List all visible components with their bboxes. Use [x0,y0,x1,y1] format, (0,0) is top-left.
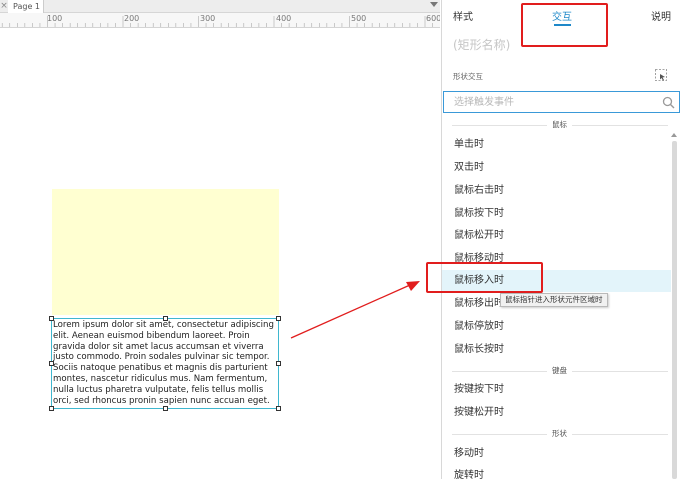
search-input[interactable] [444,92,654,112]
annotation-highlight-box [521,3,608,47]
ruler-label: 500 [351,14,367,23]
event-tooltip: 鼠标指针进入形状元件区域时 [500,293,608,307]
ruler-ticks [1,16,433,27]
text-widget-selected[interactable]: Lorem ipsum dolor sit amet, consectetur … [49,316,281,411]
dropdown-arrow-icon[interactable] [430,2,438,7]
scroll-up-arrow-icon[interactable] [671,133,677,137]
event-item[interactable]: 单击时 [442,134,671,156]
resize-handle-se[interactable] [276,406,281,411]
ruler-label: 400 [276,14,292,23]
resize-handle-n[interactable] [163,316,168,321]
list-scrollbar[interactable] [672,141,677,479]
search-icon[interactable] [662,96,675,109]
ruler-label: 100 [47,14,63,23]
horizontal-ruler: 100 200 300 400 500 600 [0,13,440,28]
annotation-highlight-box [426,262,543,293]
group-header-keyboard: 键盘 [442,364,668,378]
ruler-label: 200 [124,14,140,23]
group-header-mouse: 鼠标 [442,118,668,132]
event-item[interactable]: 按键松开时 [442,402,671,424]
resize-handle-w[interactable] [49,361,54,366]
resize-handle-s[interactable] [163,406,168,411]
event-item[interactable]: 旋转时 [442,465,671,479]
ruler-label: 600 [426,14,440,23]
resize-handle-sw[interactable] [49,406,54,411]
shape-name-field[interactable]: (矩形名称) [453,36,510,53]
text-widget-content: Lorem ipsum dolor sit amet, consectetur … [53,320,274,406]
resize-handle-ne[interactable] [276,316,281,321]
interaction-settings-icon[interactable] [655,69,667,81]
inspector-panel: 样式 交互 说明 (矩形名称) 形状交互 鼠标 单击时 双击时 鼠标右击时 鼠标… [426,0,680,479]
event-item[interactable]: 鼠标按下时 [442,203,671,225]
event-item[interactable]: 鼠标松开时 [442,225,671,247]
event-item[interactable]: 鼠标长按时 [442,339,671,361]
event-item[interactable]: 移动时 [442,443,671,465]
section-label: 形状交互 [453,72,483,81]
event-item[interactable]: 鼠标停放时 [442,316,671,338]
page-tab[interactable]: Page 1 [8,0,44,13]
event-item[interactable]: 双击时 [442,157,671,179]
tab-notes[interactable]: 说明 [651,8,671,23]
tab-style[interactable]: 样式 [453,8,473,23]
event-item[interactable]: 鼠标右击时 [442,180,671,202]
ruler-label: 300 [200,14,216,23]
event-item[interactable]: 按键按下时 [442,379,671,401]
rectangle-shape[interactable] [52,189,279,315]
trigger-event-search[interactable] [443,91,680,113]
resize-handle-nw[interactable] [49,316,54,321]
page-tabs-bar: × Page 1 [0,0,440,13]
group-header-shape: 形状 [442,427,668,441]
close-icon[interactable]: × [0,0,8,13]
design-canvas[interactable]: × Page 1 100 200 300 400 500 600 Lorem i… [0,0,440,479]
resize-handle-e[interactable] [276,361,281,366]
